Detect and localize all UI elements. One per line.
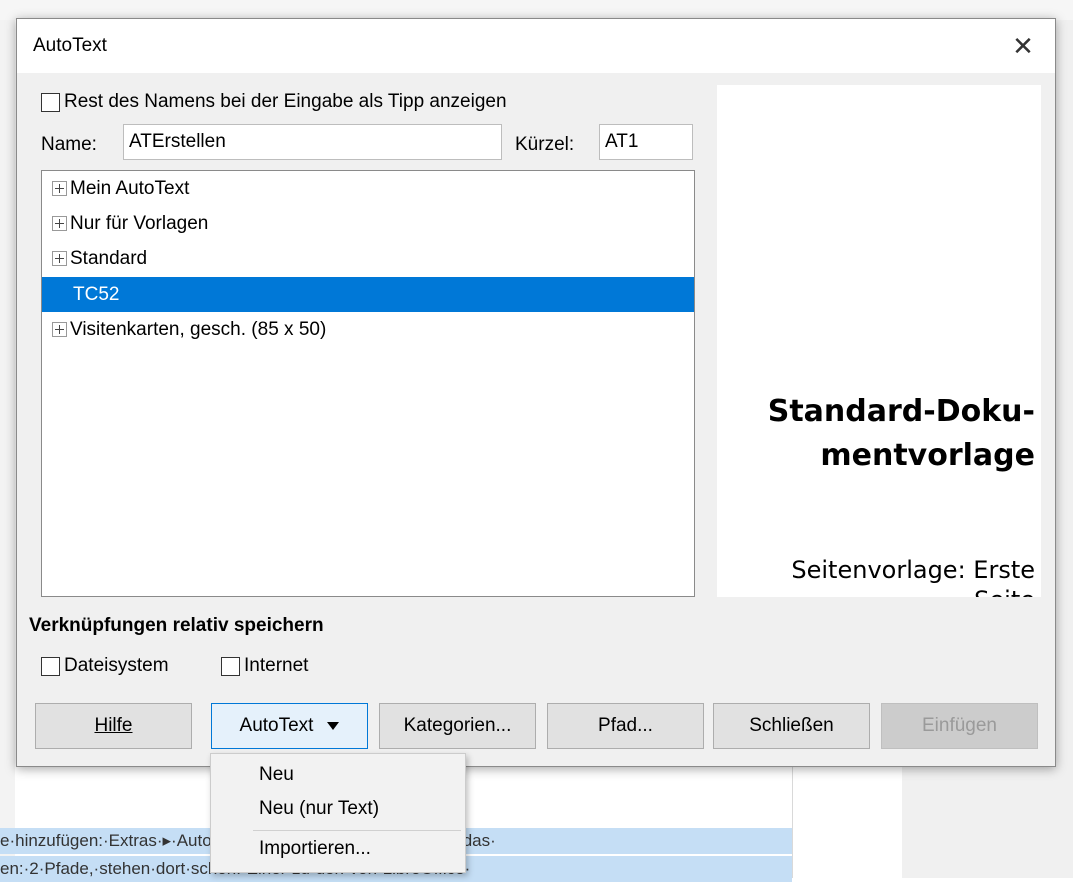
tree-item-mein-autotext[interactable]: Mein AutoText xyxy=(42,171,694,206)
dropdown-arrow-icon xyxy=(327,722,340,730)
tree-item-nur-fuer-vorlagen[interactable]: Nur für Vorlagen xyxy=(42,206,694,241)
checkbox-box[interactable] xyxy=(221,656,240,676)
help-button[interactable]: Hilfe xyxy=(35,703,192,749)
show-tip-checkbox[interactable]: Rest des Namens bei der Eingabe als Tipp… xyxy=(41,91,507,113)
relative-save-heading: Verknüpfungen relativ speichern xyxy=(29,615,324,636)
menu-separator xyxy=(253,830,461,831)
expand-icon[interactable] xyxy=(52,251,67,266)
close-icon[interactable]: ✕ xyxy=(1005,29,1041,63)
internet-label: Internet xyxy=(244,655,309,676)
expand-icon[interactable] xyxy=(52,216,67,231)
path-button[interactable]: Pfad... xyxy=(547,703,704,749)
menu-item-import[interactable]: Importieren... xyxy=(259,838,371,860)
preview-title: Standard-Doku- mentvorlage xyxy=(767,394,1035,473)
checkbox-box[interactable] xyxy=(41,656,60,676)
dialog-title: AutoText xyxy=(33,35,107,56)
categories-button[interactable]: Kategorien... xyxy=(379,703,536,749)
autotext-menu-button[interactable]: AutoText xyxy=(211,703,368,749)
autotext-dropdown-menu: Neu Neu (nur Text) Importieren... xyxy=(210,753,466,873)
insert-button: Einfügen xyxy=(881,703,1038,749)
autotext-dialog: AutoText ✕ Rest des Namens bei der Einga… xyxy=(16,18,1056,767)
preview-pane: Standard-Doku- mentvorlage Seitenvorlage… xyxy=(717,85,1041,597)
shortcut-label: Kürzel: xyxy=(515,134,575,155)
writer-sidebar-left xyxy=(0,20,15,878)
name-input[interactable]: ATErstellen xyxy=(123,124,502,160)
writer-toolbar xyxy=(0,0,1073,20)
tree-item-visitenkarten[interactable]: Visitenkarten, gesch. (85 x 50) xyxy=(42,312,694,347)
checkbox-box[interactable] xyxy=(41,92,60,112)
category-tree[interactable]: Mein AutoText Nur für Vorlagen Standard … xyxy=(41,170,695,597)
menu-item-new-text-only[interactable]: Neu (nur Text) xyxy=(259,798,379,820)
tree-item-tc52[interactable]: TC52 xyxy=(42,277,694,312)
internet-checkbox[interactable]: Internet xyxy=(221,655,308,677)
tree-item-standard[interactable]: Standard xyxy=(42,241,694,276)
menu-item-new[interactable]: Neu xyxy=(259,764,294,786)
expand-icon[interactable] xyxy=(52,322,67,337)
shortcut-input[interactable]: AT1 xyxy=(599,124,693,160)
expand-icon[interactable] xyxy=(52,181,67,196)
close-button[interactable]: Schließen xyxy=(713,703,870,749)
name-label: Name: xyxy=(41,134,97,155)
show-tip-label: Rest des Namens bei der Eingabe als Tipp… xyxy=(64,91,507,112)
filesystem-label: Dateisystem xyxy=(64,655,169,676)
preview-subtitle: Seitenvorlage: Erste Seite xyxy=(791,556,1035,597)
filesystem-checkbox[interactable]: Dateisystem xyxy=(41,655,169,677)
dialog-titlebar: AutoText ✕ xyxy=(17,19,1055,73)
